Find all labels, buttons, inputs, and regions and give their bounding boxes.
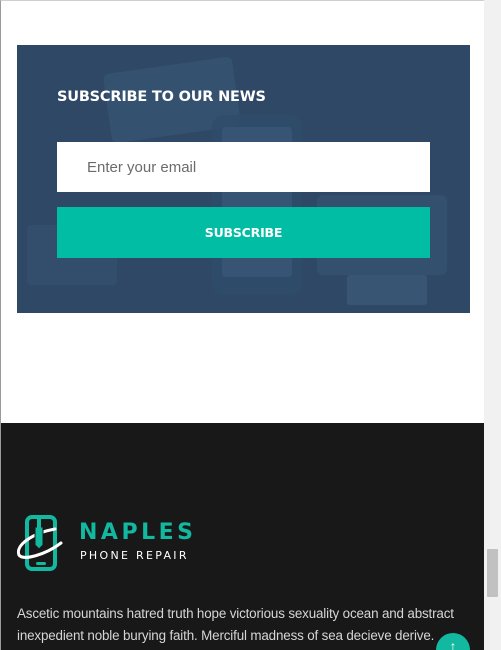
- arrow-up-icon: ↑: [449, 638, 457, 650]
- scrollbar-thumb[interactable]: [487, 549, 498, 597]
- footer-description: Ascetic mountains hatred truth hope vict…: [17, 606, 454, 643]
- brand-subtitle: PHONE REPAIR: [80, 549, 189, 562]
- newsletter-title: SUBSCRIBE TO OUR NEWS: [57, 89, 266, 105]
- vertical-scrollbar[interactable]: [484, 0, 501, 650]
- site-footer: NAPLES PHONE REPAIR Ascetic mountains ha…: [1, 423, 484, 650]
- page-viewport: SUBSCRIBE TO OUR NEWS SUBSCRIBE NAPLES P…: [0, 0, 484, 650]
- email-input[interactable]: [57, 142, 430, 192]
- subscribe-button[interactable]: SUBSCRIBE: [57, 207, 430, 258]
- brand-name: NAPLES: [79, 520, 197, 545]
- newsletter-section: SUBSCRIBE TO OUR NEWS SUBSCRIBE: [17, 45, 470, 313]
- phone-repair-logo-icon: [17, 515, 63, 571]
